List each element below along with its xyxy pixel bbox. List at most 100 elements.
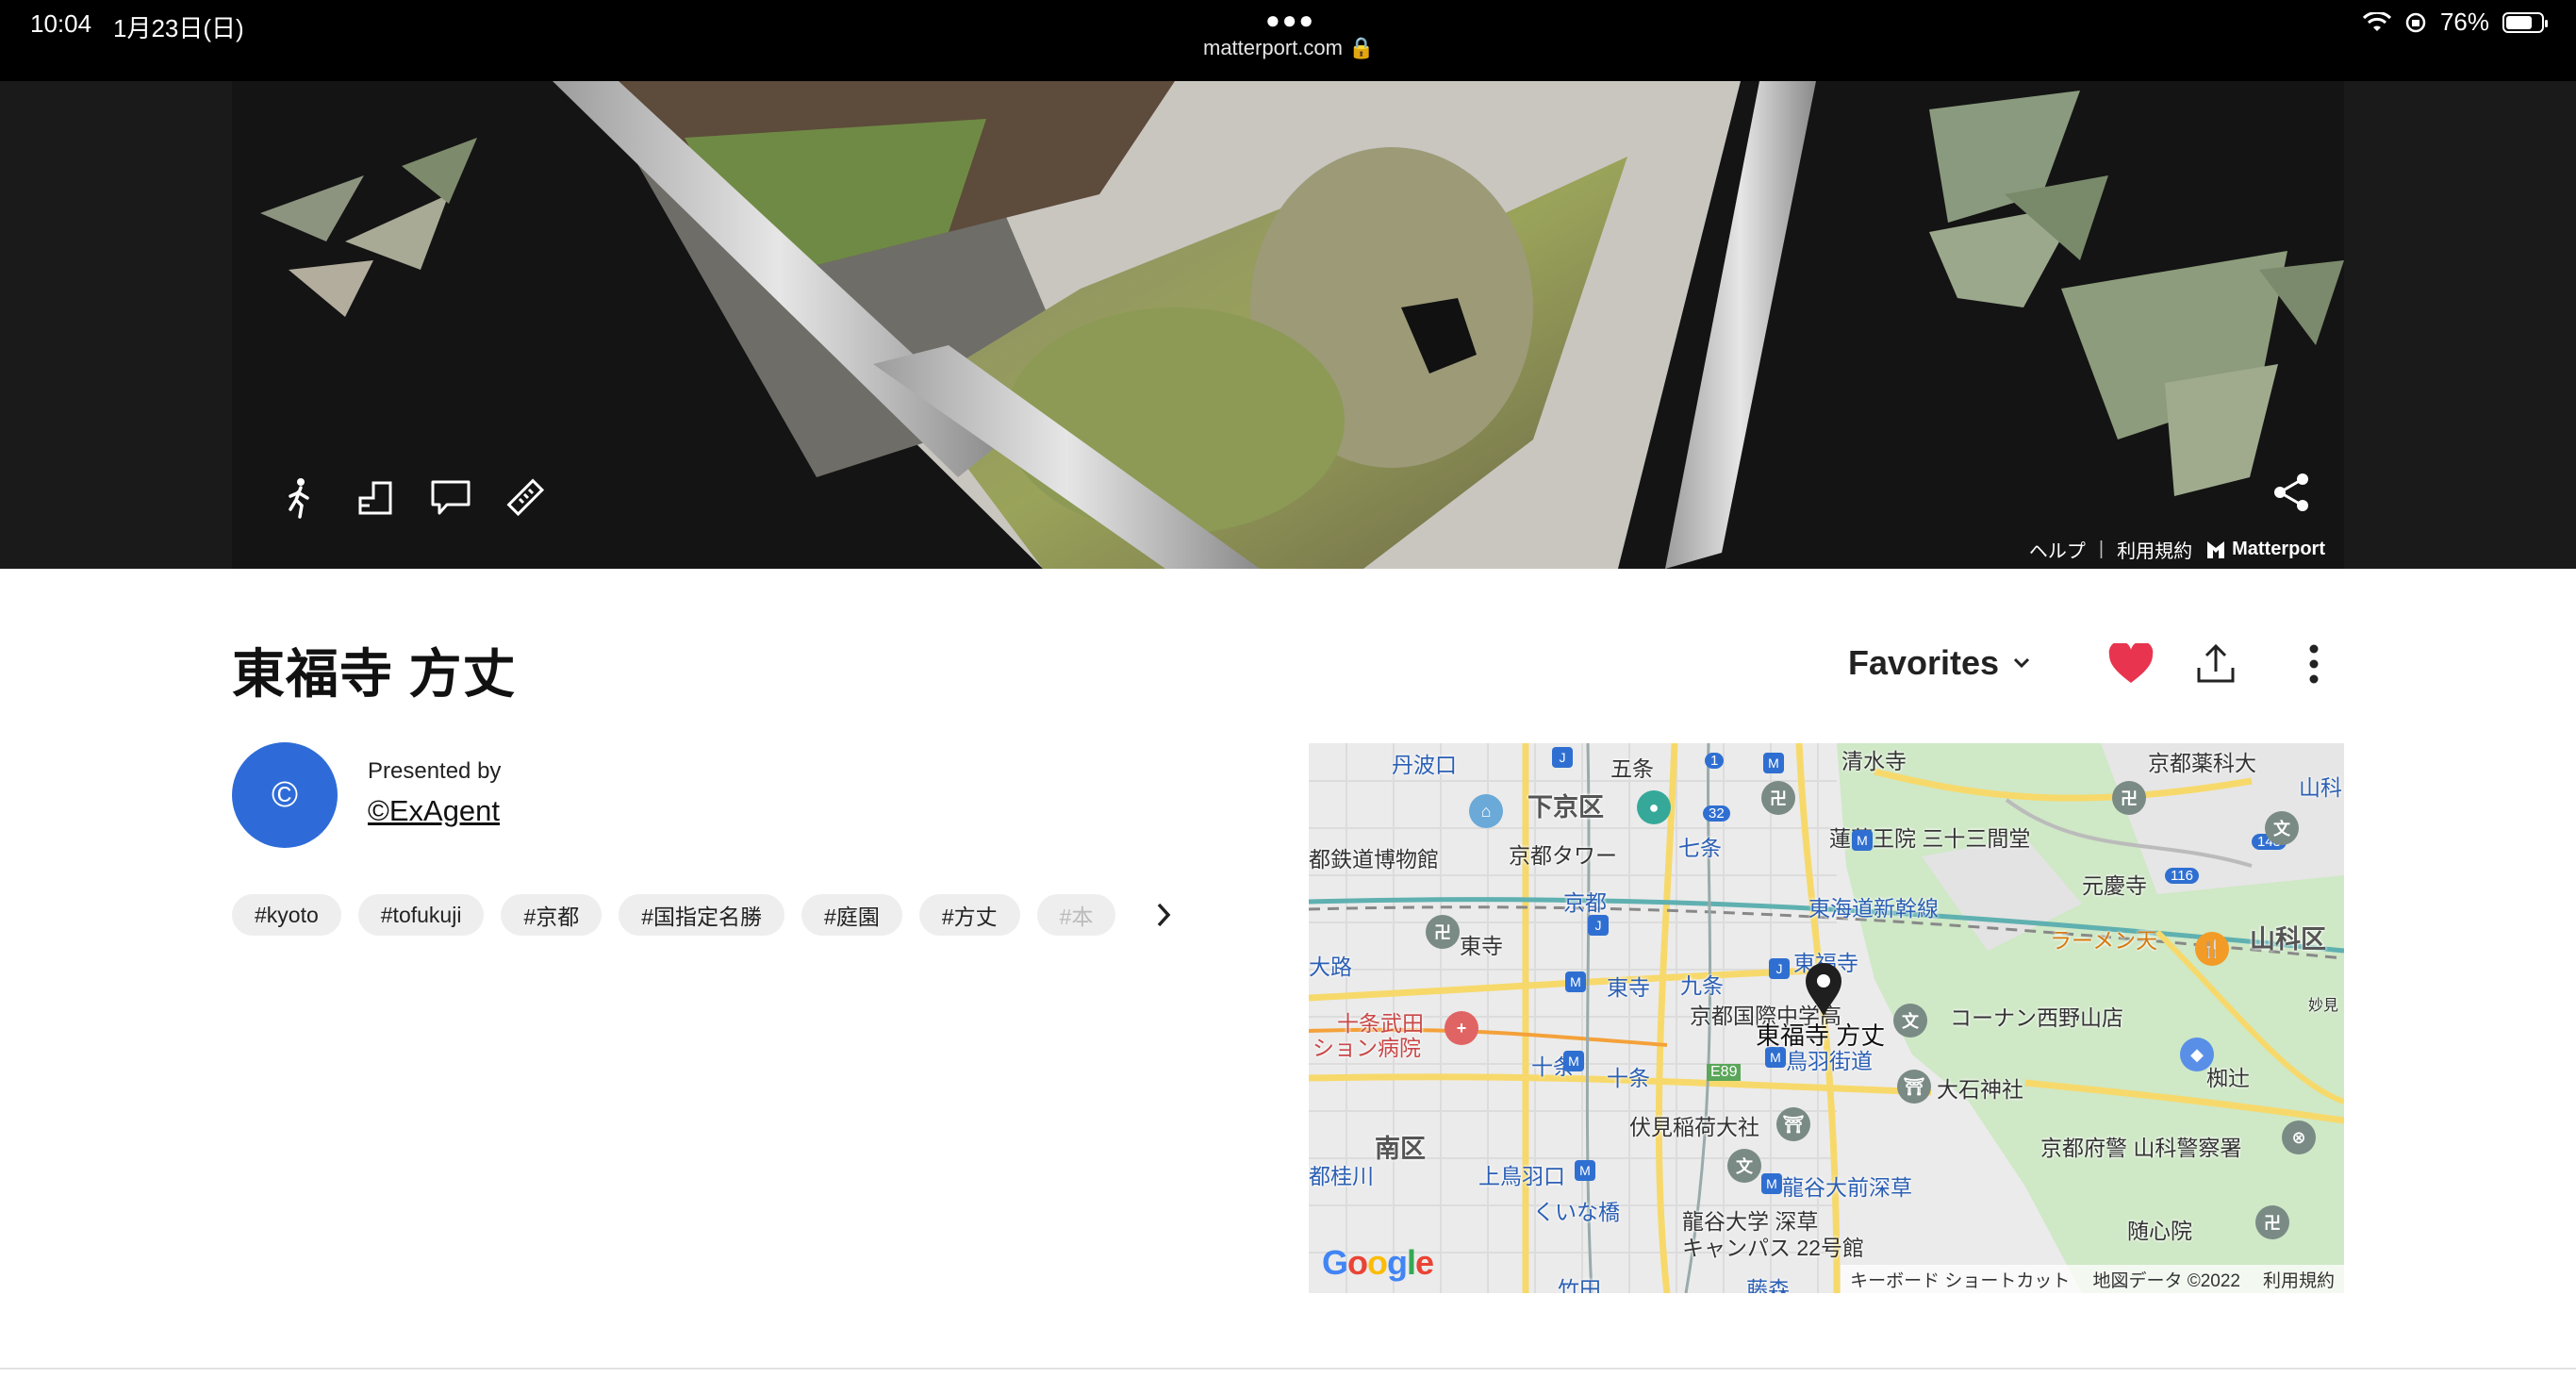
tower-poi-icon[interactable]: ● — [1637, 790, 1671, 824]
tanbaguchi-station-icon: J — [1552, 747, 1573, 768]
walkthrough-button[interactable] — [275, 473, 324, 523]
map-label-hospital: ション病院 — [1313, 1036, 1421, 1060]
keyboard-shortcuts-link[interactable]: キーボード ショートカット — [1850, 1267, 2070, 1292]
toji-station-icon: M — [1565, 971, 1586, 992]
tags-next-button[interactable] — [1145, 896, 1182, 934]
tofukuji-station-icon: J — [1769, 958, 1790, 979]
map-label-kuinabashi: くいな橋 — [1533, 1200, 1620, 1224]
map-label-tanbaguchi: 丹波口 — [1392, 753, 1457, 777]
school-poi-icon[interactable]: 文 — [1893, 1004, 1927, 1038]
police-poi-icon[interactable]: ⊗ — [2282, 1121, 2316, 1154]
kiyomizu-station-icon: M — [1763, 753, 1784, 773]
renge-temple-poi-icon[interactable]: 卍 — [1761, 781, 1795, 815]
google-logo-letter: o — [1347, 1243, 1368, 1282]
map-label-kyoto-station: 京都 — [1563, 890, 1607, 915]
kamitoba-station-icon: M — [1575, 1160, 1595, 1181]
google-logo-letter: G — [1322, 1243, 1348, 1282]
map-label-zuishin: 随心院 — [2127, 1219, 2192, 1243]
author-link[interactable]: ©ExAgent — [368, 794, 500, 828]
favorites-dropdown[interactable]: Favorites — [1848, 643, 2033, 683]
tag-chip[interactable]: #本 — [1036, 894, 1116, 936]
more-dots-icon[interactable]: ●●● — [1265, 6, 1315, 35]
tag-chip[interactable]: #kyoto — [232, 894, 341, 936]
map-label-jujo-b: 十条 — [1607, 1066, 1650, 1090]
map-label-ryukoku-station: 龍谷大前深草 — [1782, 1175, 1912, 1200]
status-time: 10:04 — [30, 9, 92, 38]
viewer-footer: ヘルプ | 利用規約 Matterport — [2029, 536, 2325, 563]
route-shield-116: 116 — [2165, 868, 2199, 884]
genkeiji-poi-icon[interactable]: 卍 — [2112, 781, 2146, 815]
fushimi-shrine-poi-icon[interactable]: ⛩ — [1776, 1107, 1810, 1141]
ryukoku-station-icon: M — [1761, 1173, 1782, 1194]
map-label-genkeiji: 元慶寺 — [2082, 873, 2147, 898]
tag-chip[interactable]: #方丈 — [918, 894, 1020, 936]
shichijo-station-icon: M — [1852, 830, 1873, 851]
status-date: 1月23日(日) — [113, 14, 244, 42]
google-logo-letter: g — [1387, 1243, 1408, 1282]
map-label-kujo: 九条 — [1680, 973, 1724, 998]
zuishin-poi-icon[interactable]: 卍 — [2255, 1205, 2289, 1239]
floorplan-icon — [358, 481, 392, 515]
oishi-shrine-poi-icon[interactable]: ⛩ — [1897, 1070, 1931, 1104]
rotation-lock-icon — [2405, 12, 2426, 32]
tag-list: #kyoto #tofukuji #京都 #国指定名勝 #庭園 #方丈 #本 — [232, 894, 1175, 936]
mattertag-button[interactable] — [426, 473, 475, 523]
google-logo: Google — [1322, 1243, 1434, 1283]
battery-percent: 76% — [2439, 8, 2489, 36]
vertical-dots-icon — [2309, 644, 2319, 684]
floorplan-button[interactable] — [351, 473, 400, 523]
restaurant-poi-icon[interactable]: 🍴 — [2195, 932, 2229, 966]
map-label-keiage: 椥辻 — [2206, 1066, 2250, 1090]
tag-chip[interactable]: #庭園 — [801, 894, 902, 936]
measure-button[interactable] — [502, 473, 551, 523]
location-map[interactable]: 丹波口 五条 清水寺 京都薬科大 山科 下京区 蓮華王院 三十三間堂 都鉄道博物… — [1309, 743, 2344, 1293]
terms-link[interactable]: 利用規約 — [2117, 536, 2192, 563]
3d-viewer[interactable]: ヘルプ | 利用規約 Matterport — [232, 81, 2344, 569]
map-label-kamitoba: 上鳥羽口 — [1478, 1164, 1565, 1188]
map-label-kiyomizu: 清水寺 — [1841, 749, 1907, 773]
tag-chip[interactable]: #京都 — [501, 894, 603, 936]
shop-poi-icon[interactable]: ◆ — [2180, 1038, 2214, 1071]
temple-poi-icon[interactable]: 卍 — [1426, 915, 1460, 949]
map-label-shichijo: 七条 — [1678, 836, 1722, 860]
share-viewer-button[interactable] — [2267, 468, 2316, 517]
like-button[interactable] — [2105, 638, 2157, 690]
favorites-label: Favorites — [1848, 643, 2000, 682]
map-label-fushimi-inari: 伏見稲荷大社 — [1629, 1115, 1759, 1139]
url-text: matterport.com — [1203, 36, 1343, 59]
map-label-kyototower: 京都タワー — [1509, 843, 1617, 868]
kyoyaku-poi-icon[interactable]: 文 — [2265, 811, 2299, 845]
map-label-oishi: 大石神社 — [1937, 1077, 2023, 1102]
viewer-area: ヘルプ | 利用規約 Matterport — [0, 81, 2576, 569]
map-footer: キーボード ショートカット 地図データ ©2022 利用規約 — [1841, 1265, 2344, 1293]
ryukoku-poi-icon[interactable]: 文 — [1727, 1149, 1761, 1183]
matterport-logo[interactable]: Matterport — [2205, 539, 2325, 560]
map-label-toji-station: 東寺 — [1607, 975, 1650, 1000]
map-label-yamashina-top: 山科 — [2299, 775, 2342, 800]
tag-chip[interactable]: #国指定名勝 — [619, 894, 785, 936]
route-shield-32: 32 — [1703, 805, 1730, 822]
route-shield-e89: E89 — [1707, 1064, 1742, 1081]
space-title: 東福寺 方丈 — [232, 644, 517, 704]
help-link[interactable]: ヘルプ — [2029, 536, 2086, 563]
more-options-button[interactable] — [2287, 638, 2340, 690]
map-label-takeda: 竹田 — [1558, 1277, 1601, 1293]
map-label-minami-ku: 南区 — [1375, 1135, 1426, 1163]
tag-chip[interactable]: #tofukuji — [357, 894, 485, 936]
map-label-police: 京都府警 山科警察署 — [2040, 1136, 2242, 1160]
share-nodes-icon — [2274, 473, 2308, 511]
map-terms-link[interactable]: 利用規約 — [2263, 1267, 2335, 1292]
wifi-icon — [2362, 11, 2391, 31]
google-logo-letter: e — [1415, 1243, 1434, 1282]
jujo-station-icon: M — [1563, 1051, 1584, 1071]
museum-poi-icon[interactable]: ⌂ — [1469, 794, 1503, 828]
avatar[interactable]: © — [232, 742, 338, 848]
url-bar[interactable]: matterport.com 🔒 — [1203, 36, 1374, 60]
hospital-poi-icon[interactable]: + — [1445, 1011, 1478, 1045]
share-button[interactable] — [2189, 638, 2242, 690]
map-label-yamashina-ku: 山科区 — [2250, 925, 2326, 954]
google-logo-letter: l — [1407, 1243, 1416, 1282]
chevron-down-icon — [2014, 657, 2030, 669]
map-label-konan: コーナン西野山店 — [1950, 1005, 2123, 1030]
map-label-ramen: ラーメン天 — [2050, 928, 2158, 953]
